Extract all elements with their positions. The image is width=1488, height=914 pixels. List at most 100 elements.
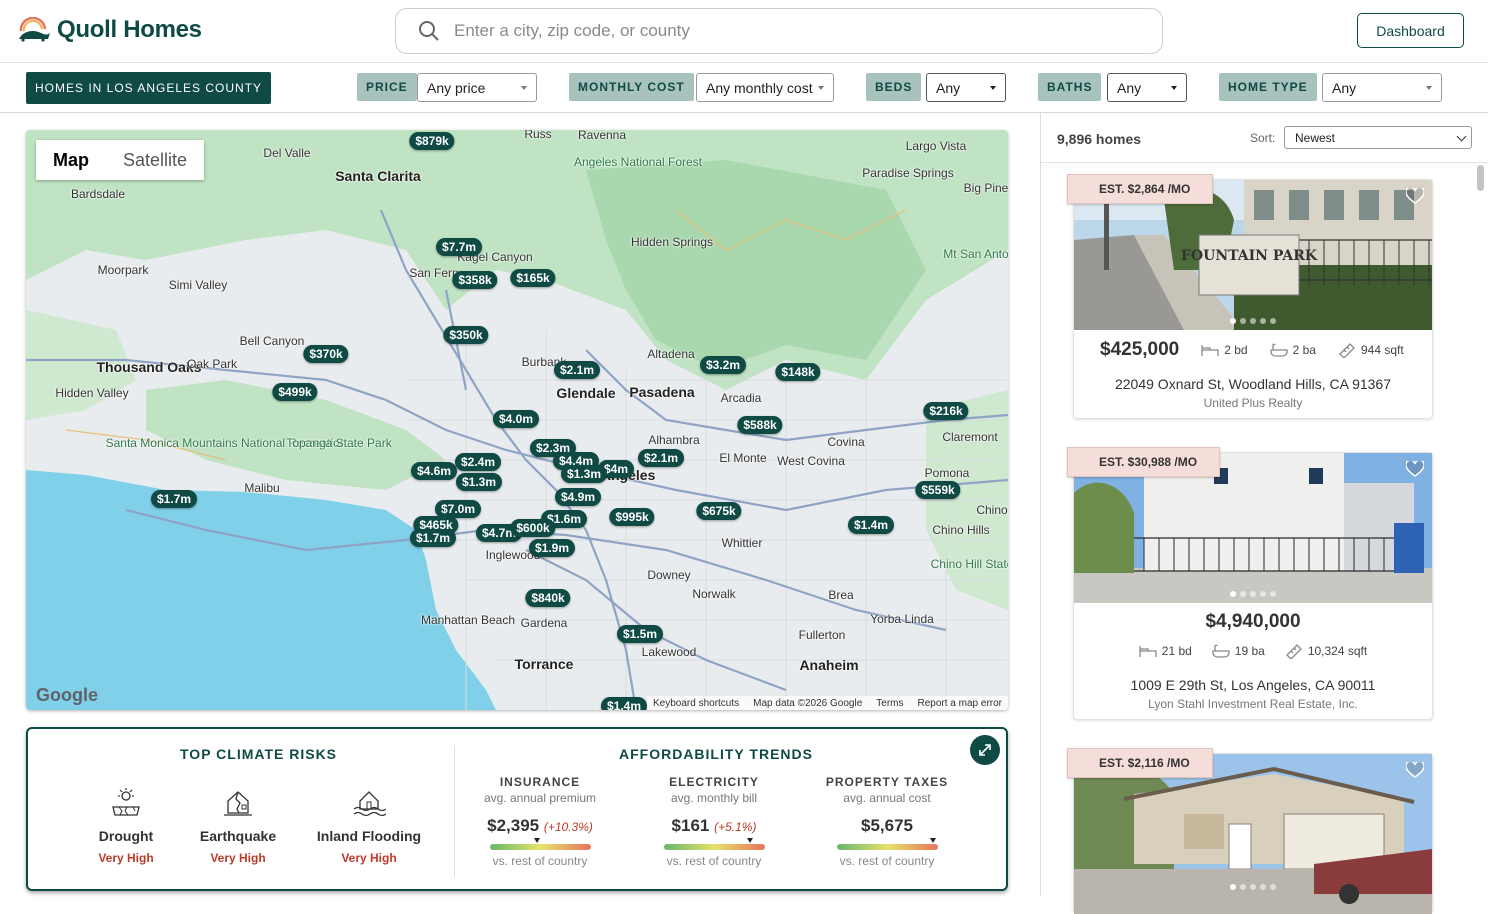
chevron-down-icon: [1426, 86, 1432, 90]
risk-earthquake: Earthquake Very High: [173, 787, 303, 865]
favorite-heart-icon[interactable]: [1406, 461, 1424, 477]
price-pin[interactable]: $216k: [923, 402, 969, 420]
listing-stats: 21 bd 19 ba 10,324 sqft: [1074, 643, 1432, 659]
photo-carousel-dots[interactable]: [1230, 884, 1276, 890]
price-pin[interactable]: $165k: [510, 269, 556, 287]
price-pin[interactable]: $2.1m: [553, 361, 601, 379]
price-pin[interactable]: $1.4m: [847, 516, 895, 534]
app-logo[interactable]: Quoll Homes: [17, 16, 202, 44]
expand-button[interactable]: [970, 735, 1000, 765]
price-pin[interactable]: $4.6m: [410, 462, 458, 480]
price-pin[interactable]: $148k: [775, 363, 821, 381]
price-pin[interactable]: $370k: [303, 345, 349, 363]
map-place-label: Altadena: [647, 347, 695, 361]
app-name: Quoll Homes: [57, 16, 202, 43]
keyboard-shortcuts-link[interactable]: Keyboard shortcuts: [653, 698, 739, 709]
map-place-label: Gardena: [520, 616, 568, 630]
price-pin[interactable]: $1.7m: [150, 490, 198, 508]
price-pin[interactable]: $1.7m: [409, 529, 457, 547]
photo-carousel-dots[interactable]: [1230, 591, 1276, 597]
ruler-icon: [1339, 343, 1355, 358]
listing-card[interactable]: $4,940,000 21 bd 19 ba 10,324 sqft 1009 …: [1073, 452, 1433, 720]
baths-select[interactable]: Any: [1107, 73, 1187, 102]
map-place-label: Norwalk: [692, 587, 736, 601]
map-place-label: Chino: [976, 503, 1008, 517]
listing-card[interactable]: FOUNTAIN PARK $425,000 2 bd 2 ba 944 sqf…: [1073, 179, 1433, 419]
search-input[interactable]: [454, 21, 1054, 41]
beds-select[interactable]: Any: [926, 73, 1006, 102]
baths-select-value: Any: [1117, 79, 1142, 96]
map-place-label: Thousand Oaks: [96, 359, 202, 375]
home-type-select[interactable]: Any: [1322, 73, 1442, 102]
monthly-cost-filter-label: MONTHLY COST: [569, 73, 694, 101]
price-pin[interactable]: $2.1m: [637, 449, 685, 467]
map-place-label: Largo Vista: [905, 139, 967, 153]
bathtub-icon: [1212, 644, 1230, 658]
price-pin[interactable]: $4.0m: [492, 410, 540, 428]
home-type-select-value: Any: [1332, 79, 1357, 96]
risk-level: Very High: [341, 851, 397, 865]
price-pin[interactable]: $2.4m: [454, 453, 502, 471]
map-tab[interactable]: Map: [36, 140, 106, 180]
map-place-label: Angeles National Forest: [573, 155, 703, 169]
results-count: 9,896 homes: [1057, 131, 1142, 147]
monthly-cost-select[interactable]: Any monthly cost: [696, 73, 834, 102]
price-pin[interactable]: $1.3m: [560, 465, 608, 483]
price-pin[interactable]: $3.2m: [699, 356, 747, 374]
price-pin[interactable]: $588k: [737, 416, 783, 434]
map-place-label: Glendale: [556, 385, 616, 401]
baths-filter-label: BATHS: [1038, 73, 1102, 101]
listing-address: 22049 Oxnard St, Woodland Hills, CA 9136…: [1114, 376, 1392, 392]
trend-insurance: INSURANCE avg. annual premium $2,395 (+1…: [455, 775, 625, 868]
price-pin[interactable]: $995k: [609, 508, 655, 526]
map-place-label: Bell Canyon: [239, 334, 305, 348]
trend-value: $5,675: [861, 816, 913, 835]
map-view[interactable]: Map Satellite Santa Clarita Del Valle Bard…: [26, 130, 1008, 710]
price-pin[interactable]: $675k: [696, 502, 742, 520]
chevron-down-icon: [990, 86, 996, 90]
map-place-label: Covina: [827, 435, 865, 449]
price-pin[interactable]: $559k: [915, 481, 961, 499]
google-logo: Google: [36, 685, 98, 705]
map-place-label: Ravenna: [577, 130, 627, 142]
area-tag: HOMES IN LOS ANGELES COUNTY: [26, 72, 272, 104]
map-place-label: Alhambra: [648, 433, 700, 447]
price-pin[interactable]: $600k: [510, 519, 556, 537]
price-pin[interactable]: $1.4m: [600, 697, 648, 710]
sort-select[interactable]: Newest: [1284, 126, 1472, 149]
bed-icon: [1139, 646, 1157, 657]
price-pin[interactable]: $358k: [452, 271, 498, 289]
map-place-label: Topanga State Park: [286, 436, 392, 450]
price-pin[interactable]: $1.3m: [455, 473, 503, 491]
map-place-label: Malibu: [244, 481, 280, 495]
price-select-value: Any price: [427, 79, 486, 96]
trend-gauge: [489, 838, 591, 850]
favorite-heart-icon[interactable]: [1406, 188, 1424, 204]
listings-scrollbar[interactable]: [1477, 165, 1484, 191]
price-pin[interactable]: $879k: [409, 132, 455, 150]
drought-icon: [112, 788, 140, 816]
favorite-heart-icon[interactable]: [1406, 762, 1424, 778]
risk-level: Very High: [210, 851, 266, 865]
gauge-marker: [930, 838, 937, 843]
map-place-label: Paradise Springs: [862, 166, 954, 180]
earthquake-icon: [224, 791, 252, 816]
price-pin[interactable]: $350k: [443, 326, 489, 344]
search-box[interactable]: [395, 8, 1163, 54]
price-pin[interactable]: $7.7m: [435, 238, 483, 256]
listings-divider: [1040, 113, 1041, 896]
price-pin[interactable]: $1.5m: [616, 625, 664, 643]
price-pin[interactable]: $840k: [525, 589, 571, 607]
report-error-link[interactable]: Report a map error: [918, 698, 1002, 709]
price-select[interactable]: Any price: [417, 73, 537, 102]
satellite-tab[interactable]: Satellite: [106, 140, 204, 180]
listing-photo[interactable]: [1074, 754, 1432, 914]
dashboard-button[interactable]: Dashboard: [1357, 13, 1464, 48]
terms-link[interactable]: Terms: [876, 698, 903, 709]
price-pin[interactable]: $499k: [272, 383, 318, 401]
price-pin[interactable]: $4.9m: [554, 488, 602, 506]
map-place-label: Russ: [524, 130, 552, 141]
price-pin[interactable]: $1.9m: [528, 539, 576, 557]
photo-carousel-dots[interactable]: [1230, 318, 1276, 324]
beds-select-value: Any: [936, 79, 961, 96]
